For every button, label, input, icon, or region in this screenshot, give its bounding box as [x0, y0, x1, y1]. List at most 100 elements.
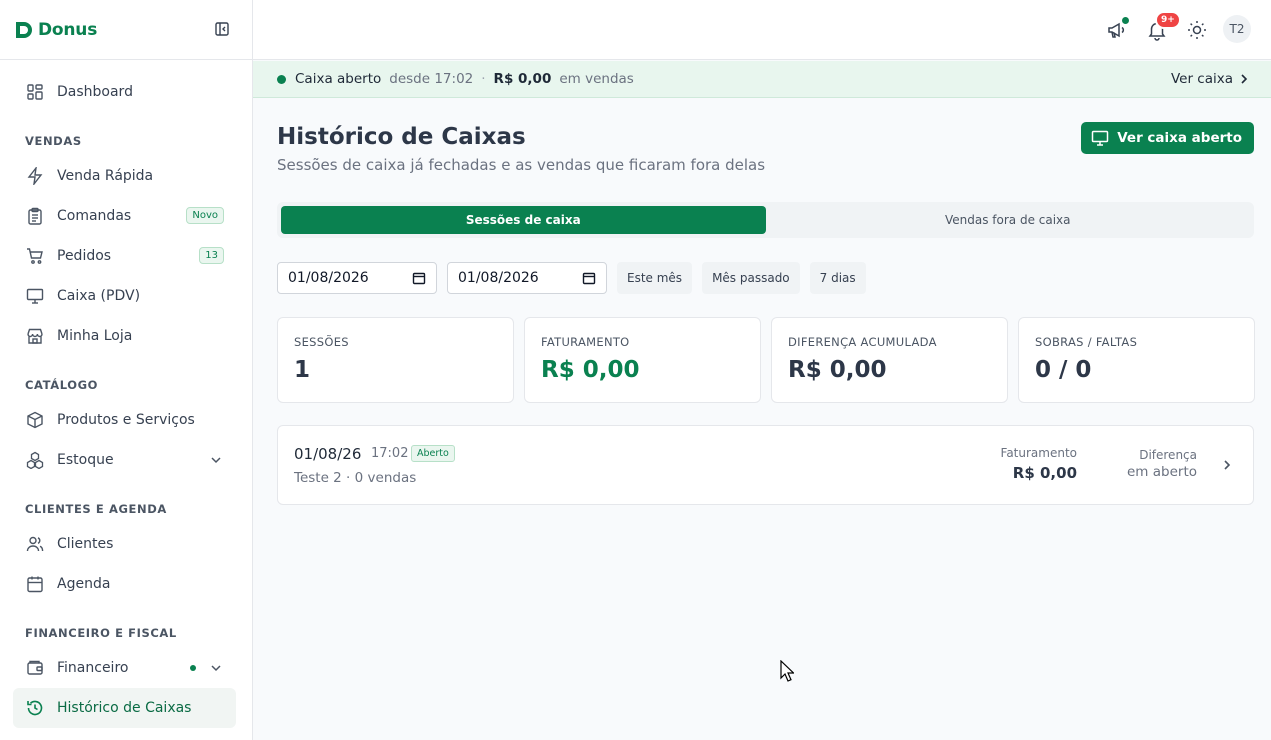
- wallet-icon: [25, 658, 45, 678]
- tab-vendas-fora-caixa[interactable]: Vendas fora de caixa: [766, 206, 1251, 234]
- store-icon: [25, 326, 45, 346]
- ver-caixa-aberto-button[interactable]: Ver caixa aberto: [1081, 122, 1254, 154]
- stat-label: DIFERENÇA ACUMULADA: [788, 335, 937, 349]
- sidebar-item-produtos[interactable]: Produtos e Serviços: [13, 400, 236, 440]
- sidebar-item-historico-caixas[interactable]: Histórico de Caixas: [13, 688, 236, 728]
- stats-row: SESSÕES 1 FATURAMENTO R$ 0,00 DIFERENÇA …: [277, 317, 1255, 403]
- sidebar-item-label: Financeiro: [57, 660, 129, 676]
- sidebar-item-label: Caixa (PDV): [57, 288, 141, 304]
- clipboard-icon: [25, 206, 45, 226]
- banner-separator: ·: [481, 71, 486, 87]
- sidebar-item-clientes[interactable]: Clientes: [13, 524, 236, 564]
- sidebar-item-label: Pedidos: [57, 248, 112, 264]
- diferenca-value: em aberto: [1127, 464, 1197, 480]
- sidebar-item-label: Minha Loja: [57, 328, 133, 344]
- sidebar-item-agenda[interactable]: Agenda: [13, 564, 236, 604]
- stat-value: 1: [294, 357, 311, 383]
- sun-icon[interactable]: [1186, 19, 1208, 41]
- ver-caixa-label: Ver caixa: [1170, 71, 1233, 87]
- stat-label: FATURAMENTO: [541, 335, 630, 349]
- new-badge: Novo: [186, 207, 224, 224]
- sidebar-collapse-icon[interactable]: [214, 21, 230, 37]
- avatar[interactable]: T2: [1223, 15, 1251, 43]
- sidebar-item-label: Estoque: [57, 452, 114, 468]
- sidebar-item-label: Agenda: [57, 576, 111, 592]
- grid-icon: [25, 82, 45, 102]
- brand: Donus: [0, 0, 252, 60]
- faturamento-label: Faturamento: [1000, 446, 1077, 460]
- sidebar-item-comandas[interactable]: Comandas Novo: [13, 196, 236, 236]
- stat-label: SESSÕES: [294, 335, 349, 349]
- sidebar-item-venda-rapida[interactable]: Venda Rápida: [13, 156, 236, 196]
- date-to-value: 01/08/2026: [458, 270, 539, 286]
- lightning-icon: [25, 166, 45, 186]
- monitor-icon: [1091, 130, 1109, 146]
- date-from-input[interactable]: 01/08/2026: [277, 262, 437, 294]
- status-dot: [277, 74, 286, 84]
- stat-card-faturamento: FATURAMENTO R$ 0,00: [524, 317, 761, 403]
- sidebar-item-pedidos[interactable]: Pedidos 13: [13, 236, 236, 276]
- banner-since: desde 17:02: [389, 71, 474, 87]
- banner-status: Caixa aberto: [295, 71, 382, 87]
- page-title: Histórico de Caixas: [277, 124, 526, 150]
- calendar-icon[interactable]: [582, 271, 596, 285]
- megaphone-dot: [1122, 17, 1129, 24]
- sidebar-item-label: Dashboard: [57, 84, 133, 100]
- session-date: 01/08/26: [294, 445, 362, 463]
- stat-card-sessoes: SESSÕES 1: [277, 317, 514, 403]
- users-icon: [25, 534, 45, 554]
- stat-label: SOBRAS / FALTAS: [1035, 335, 1138, 349]
- calendar-icon: [25, 574, 45, 594]
- diferenca-label: Diferença: [1139, 448, 1197, 462]
- ver-caixa-aberto-label: Ver caixa aberto: [1117, 130, 1242, 146]
- sidebar-item-caixa-pdv[interactable]: Caixa (PDV): [13, 276, 236, 316]
- sidebar-item-label: Clientes: [57, 536, 114, 552]
- tabs: Sessões de caixa Vendas fora de caixa: [277, 202, 1254, 238]
- session-row[interactable]: 01/08/26 17:02 Aberto Teste 2 · 0 vendas…: [277, 425, 1254, 505]
- date-to-input[interactable]: 01/08/2026: [447, 262, 607, 294]
- filters: 01/08/2026 01/08/2026 Este mês Mês passa…: [277, 262, 866, 294]
- page-subtitle: Sessões de caixa já fechadas e as vendas…: [277, 156, 766, 174]
- sidebar-section-title: CATÁLOGO: [25, 378, 99, 392]
- stat-card-diferenca: DIFERENÇA ACUMULADA R$ 0,00: [771, 317, 1008, 403]
- brand-name: Donus: [38, 19, 98, 40]
- sidebar-item-label: Produtos e Serviços: [57, 412, 195, 428]
- sidebar-item-label: Comandas: [57, 208, 132, 224]
- calendar-icon[interactable]: [412, 271, 426, 285]
- status-badge: Aberto: [411, 445, 455, 462]
- chevron-down-icon[interactable]: [210, 454, 222, 466]
- sidebar-item-minha-loja[interactable]: Minha Loja: [13, 316, 236, 356]
- session-time: 17:02: [371, 446, 409, 461]
- session-subtitle: Teste 2 · 0 vendas: [294, 470, 417, 486]
- status-dot: [190, 665, 196, 671]
- stat-card-sobras-faltas: SOBRAS / FALTAS 0 / 0: [1018, 317, 1255, 403]
- monitor-icon: [25, 286, 45, 306]
- chevron-right-icon: [1224, 460, 1231, 470]
- sidebar-item-financeiro[interactable]: Financeiro: [13, 648, 236, 688]
- sidebar-item-estoque[interactable]: Estoque: [13, 440, 236, 480]
- sidebar: Donus Dashboard VENDAS Venda Rápida Coma…: [0, 0, 253, 740]
- banner-sales: em vendas: [559, 71, 634, 87]
- chip-7-dias[interactable]: 7 dias: [809, 262, 866, 294]
- stat-value: R$ 0,00: [788, 357, 887, 383]
- chevron-down-icon[interactable]: [210, 662, 222, 674]
- cart-icon: [25, 246, 45, 266]
- box-icon: [25, 410, 45, 430]
- stat-value: R$ 0,00: [541, 357, 640, 383]
- ver-caixa-link[interactable]: Ver caixa: [1171, 71, 1249, 87]
- chevron-right-icon: [1241, 74, 1248, 84]
- chip-este-mes[interactable]: Este mês: [617, 262, 693, 294]
- stat-value: 0 / 0: [1035, 357, 1092, 383]
- topbar: 9+ T2: [253, 0, 1271, 60]
- cash-open-banner: Caixa aberto desde 17:02 · R$ 0,00 em ve…: [253, 61, 1271, 98]
- chip-mes-passado[interactable]: Mês passado: [702, 262, 800, 294]
- faturamento-value: R$ 0,00: [1012, 464, 1077, 482]
- history-icon: [25, 698, 45, 718]
- sidebar-item-dashboard[interactable]: Dashboard: [13, 72, 236, 112]
- mouse-cursor-icon: [780, 660, 794, 682]
- sidebar-nav: Dashboard VENDAS Venda Rápida Comandas N…: [0, 60, 252, 728]
- sidebar-item-label: Venda Rápida: [57, 168, 154, 184]
- tab-sessoes-caixa[interactable]: Sessões de caixa: [281, 206, 766, 234]
- count-badge: 13: [199, 247, 224, 264]
- sidebar-section-title: FINANCEIRO E FISCAL: [25, 626, 177, 640]
